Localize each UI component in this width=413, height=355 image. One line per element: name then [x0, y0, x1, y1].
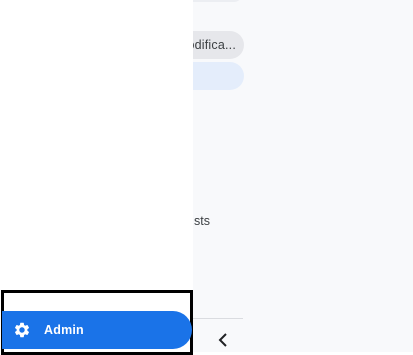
chevron-left-icon[interactable] — [214, 330, 232, 350]
drawer-item-admin[interactable]: Admin — [2, 311, 192, 349]
drawer-item-admin-label: Admin — [44, 323, 84, 337]
gear-icon — [12, 320, 32, 340]
navigation-drawer: Admin — [0, 0, 193, 355]
background-chip-label: odifica... — [187, 38, 236, 52]
background-divider — [190, 318, 243, 319]
